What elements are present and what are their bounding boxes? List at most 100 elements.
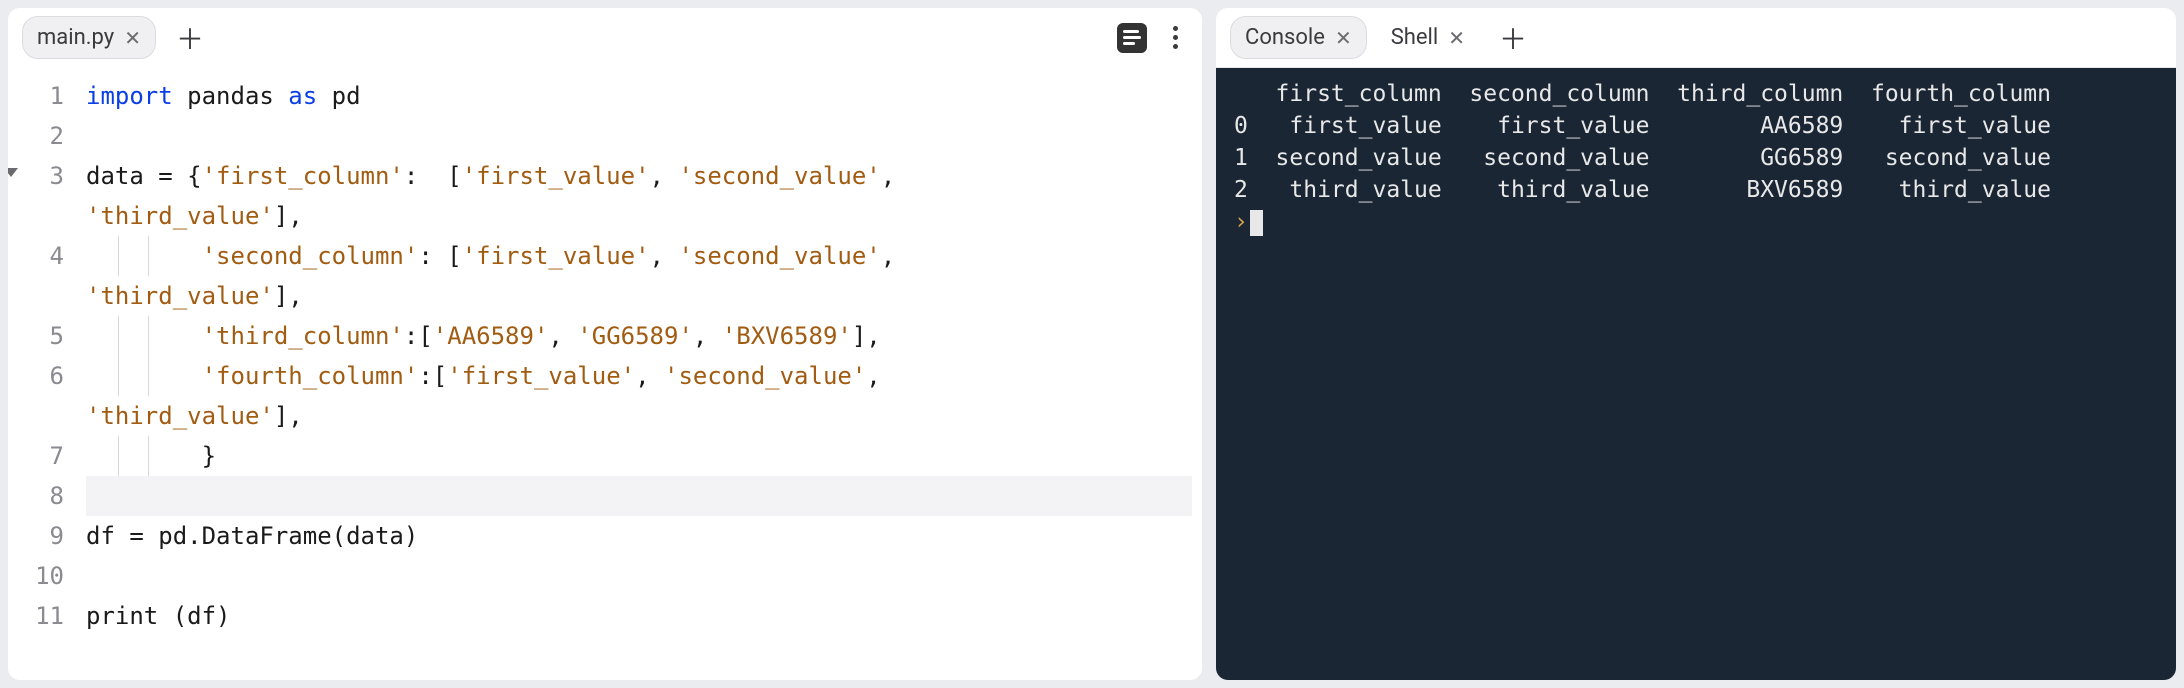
fold-icon[interactable] <box>8 168 18 177</box>
code-token: 'second_value' <box>678 242 880 270</box>
code-token <box>86 362 202 390</box>
code-token: ], <box>274 402 303 430</box>
cursor-icon <box>1250 210 1263 236</box>
code-token: 'third_value' <box>86 282 274 310</box>
code-token: 'AA6589' <box>433 322 549 350</box>
code-line[interactable]: print (df) <box>86 596 1192 636</box>
indent-guide <box>118 316 119 356</box>
code-token: ], <box>274 202 303 230</box>
doc-icon[interactable] <box>1117 23 1147 53</box>
line-number: 7 <box>8 436 64 476</box>
code-token: df = pd.DataFrame(data) <box>86 522 418 550</box>
code-token: ], <box>852 322 881 350</box>
code-line[interactable]: df = pd.DataFrame(data) <box>86 516 1192 556</box>
code-line[interactable]: 'fourth_column':['first_value', 'second_… <box>86 356 1192 396</box>
close-icon[interactable]: ✕ <box>124 26 141 50</box>
code-line[interactable]: 'second_column': ['first_value', 'second… <box>86 236 1192 276</box>
tab-label: Console <box>1245 25 1325 50</box>
console-tab[interactable]: Shell ✕ <box>1377 17 1479 58</box>
code-line[interactable] <box>86 476 1192 516</box>
close-icon[interactable]: ✕ <box>1448 26 1465 50</box>
code-token <box>86 322 202 350</box>
code-line[interactable]: } <box>86 436 1192 476</box>
code-editor[interactable]: 123 4 56 7891011 import pandas as pd data = … <box>8 68 1202 680</box>
console-row: 2 third_value third_value BXV6589 third_… <box>1234 174 2158 206</box>
line-number: 2 <box>8 116 64 156</box>
code-token: 'second_column' <box>202 242 419 270</box>
console-header-line: first_column second_column third_column … <box>1234 78 2158 110</box>
code-token: 'BXV6589' <box>722 322 852 350</box>
code-token: 'third_value' <box>86 402 274 430</box>
code-token: : [ <box>404 162 462 190</box>
editor-tab[interactable]: main.py ✕ <box>22 16 156 59</box>
line-number: 9 <box>8 516 64 556</box>
indent-guide <box>118 356 119 396</box>
code-token: pd <box>317 82 360 110</box>
indent-guide <box>148 436 149 476</box>
code-line[interactable] <box>86 116 1192 156</box>
code-line[interactable] <box>86 556 1192 596</box>
tab-label: main.py <box>37 25 114 50</box>
code-line[interactable]: 'third_value'], <box>86 196 1192 236</box>
code-token: data = { <box>86 162 202 190</box>
line-number: 6 <box>8 356 64 396</box>
line-number: 8 <box>8 476 64 516</box>
console-row: 0 first_value first_value AA6589 first_v… <box>1234 110 2158 142</box>
line-number: 10 <box>8 556 64 596</box>
code-token: 'second_value' <box>664 362 866 390</box>
code-token: as <box>288 82 317 110</box>
code-token: 'first_value' <box>462 242 650 270</box>
editor-panel: main.py ✕ ＋ 123 4 56 7891011 import pandas a… <box>8 8 1202 680</box>
code-token: } <box>86 442 216 470</box>
code-line[interactable]: 'third_column':['AA6589', 'GG6589', 'BXV… <box>86 316 1192 356</box>
prompt-icon: › <box>1234 209 1248 235</box>
code-token: , <box>635 362 664 390</box>
code-line[interactable]: 'third_value'], <box>86 276 1192 316</box>
line-number: 11 <box>8 596 64 636</box>
code-token: , <box>650 242 679 270</box>
line-number: 3 <box>8 156 64 196</box>
console-panel: Console ✕ Shell ✕ ＋ first_column second_col… <box>1216 8 2176 680</box>
code-token: , <box>881 242 910 270</box>
code-line[interactable]: import pandas as pd <box>86 76 1192 116</box>
code-token: , <box>866 362 895 390</box>
code-token: 'third_column' <box>202 322 404 350</box>
indent-guide <box>148 356 149 396</box>
code-token: import <box>86 82 173 110</box>
code-token: 'first_value' <box>447 362 635 390</box>
code-token: ], <box>274 282 303 310</box>
code-token: 'third_value' <box>86 202 274 230</box>
console-prompt-line[interactable]: › <box>1234 206 2158 238</box>
code-token: , <box>693 322 722 350</box>
code-token: 'second_value' <box>678 162 880 190</box>
tab-label: Shell <box>1391 25 1439 50</box>
close-icon[interactable]: ✕ <box>1335 26 1352 50</box>
code-token: print <box>86 602 158 630</box>
more-menu-icon[interactable] <box>1169 22 1182 53</box>
editor-tab-bar: main.py ✕ ＋ <box>8 8 1202 68</box>
console-output[interactable]: first_column second_column third_column … <box>1216 68 2176 680</box>
console-tab[interactable]: Console ✕ <box>1230 16 1367 59</box>
line-number: 5 <box>8 316 64 356</box>
code-token: :[ <box>418 362 447 390</box>
line-number <box>8 276 64 316</box>
code-token: : [ <box>418 242 461 270</box>
code-line[interactable]: data = {'first_column': ['first_value', … <box>86 156 1192 196</box>
code-token: , <box>881 162 910 190</box>
line-number: 1 <box>8 76 64 116</box>
code-token: 'GG6589' <box>577 322 693 350</box>
code-token: pandas <box>173 82 289 110</box>
code-token: 'fourth_column' <box>202 362 419 390</box>
line-number: 4 <box>8 236 64 276</box>
code-token: (df) <box>158 602 230 630</box>
code-token: :[ <box>404 322 433 350</box>
code-token <box>86 242 202 270</box>
code-token: 'first_column' <box>202 162 404 190</box>
indent-guide <box>148 236 149 276</box>
code-line[interactable]: 'third_value'], <box>86 396 1192 436</box>
new-console-tab-button[interactable]: ＋ <box>1489 14 1537 62</box>
console-row: 1 second_value second_value GG6589 secon… <box>1234 142 2158 174</box>
line-number <box>8 196 64 236</box>
new-tab-button[interactable]: ＋ <box>166 14 214 62</box>
console-tab-bar: Console ✕ Shell ✕ ＋ <box>1216 8 2176 68</box>
